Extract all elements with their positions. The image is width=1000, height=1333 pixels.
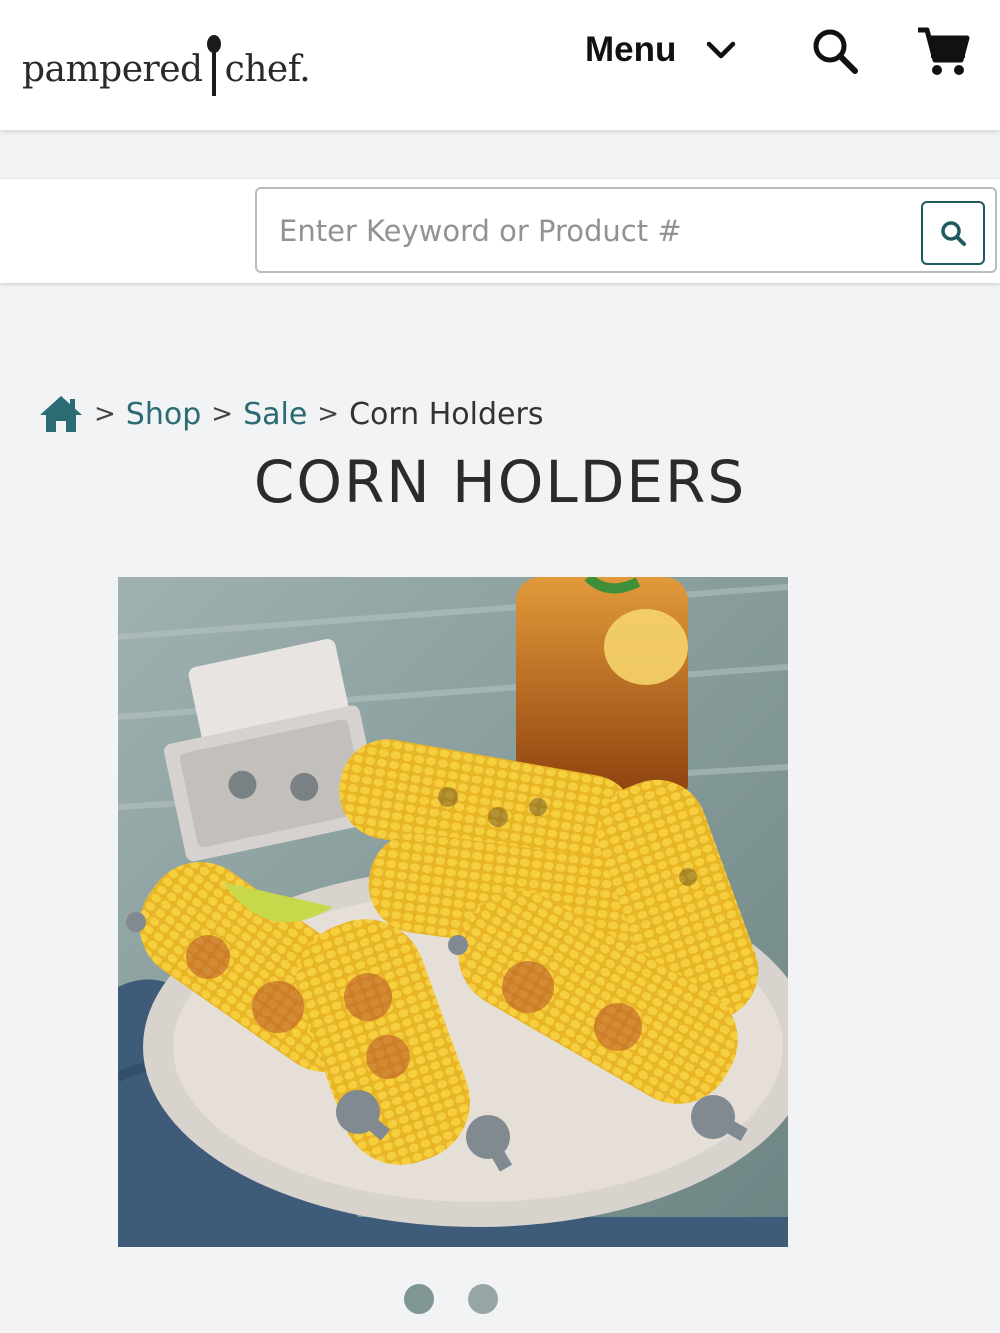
pampered-chef-logo[interactable]: pampered chef. [22,30,311,96]
breadcrumb-current: Corn Holders [349,396,544,432]
chevron-down-icon [707,41,736,59]
menu-button[interactable]: Menu [585,28,736,72]
breadcrumb-separator: > [317,399,340,429]
spoon-logo-icon [206,35,221,96]
page-title: CORN HOLDERS [253,448,747,516]
site-header: pampered chef. Menu [0,0,1000,130]
breadcrumb: > Shop > Sale > Corn Holders [38,388,543,440]
menu-label: Menu [585,30,677,69]
breadcrumb-link-shop[interactable]: Shop [126,397,201,432]
logo-text-right: chef. [224,49,311,90]
search-bar [0,178,1000,283]
breadcrumb-separator: > [94,399,116,429]
corn-on-plate-illustration [118,577,788,1247]
cart-icon[interactable] [915,24,971,80]
search-submit-button[interactable] [921,201,985,265]
breadcrumb-link-sale[interactable]: Sale [243,397,307,432]
search-icon[interactable] [810,26,860,76]
home-icon[interactable] [38,394,84,434]
carousel-dot-1[interactable] [404,1284,434,1314]
product-image[interactable] [118,577,788,1247]
carousel-dot-2[interactable] [468,1284,498,1314]
search-input[interactable] [277,207,901,255]
search-box [255,187,997,273]
breadcrumb-separator: > [211,399,234,429]
search-icon [941,221,966,246]
carousel-dots [0,1284,1000,1316]
logo-text-left: pampered [22,49,203,90]
